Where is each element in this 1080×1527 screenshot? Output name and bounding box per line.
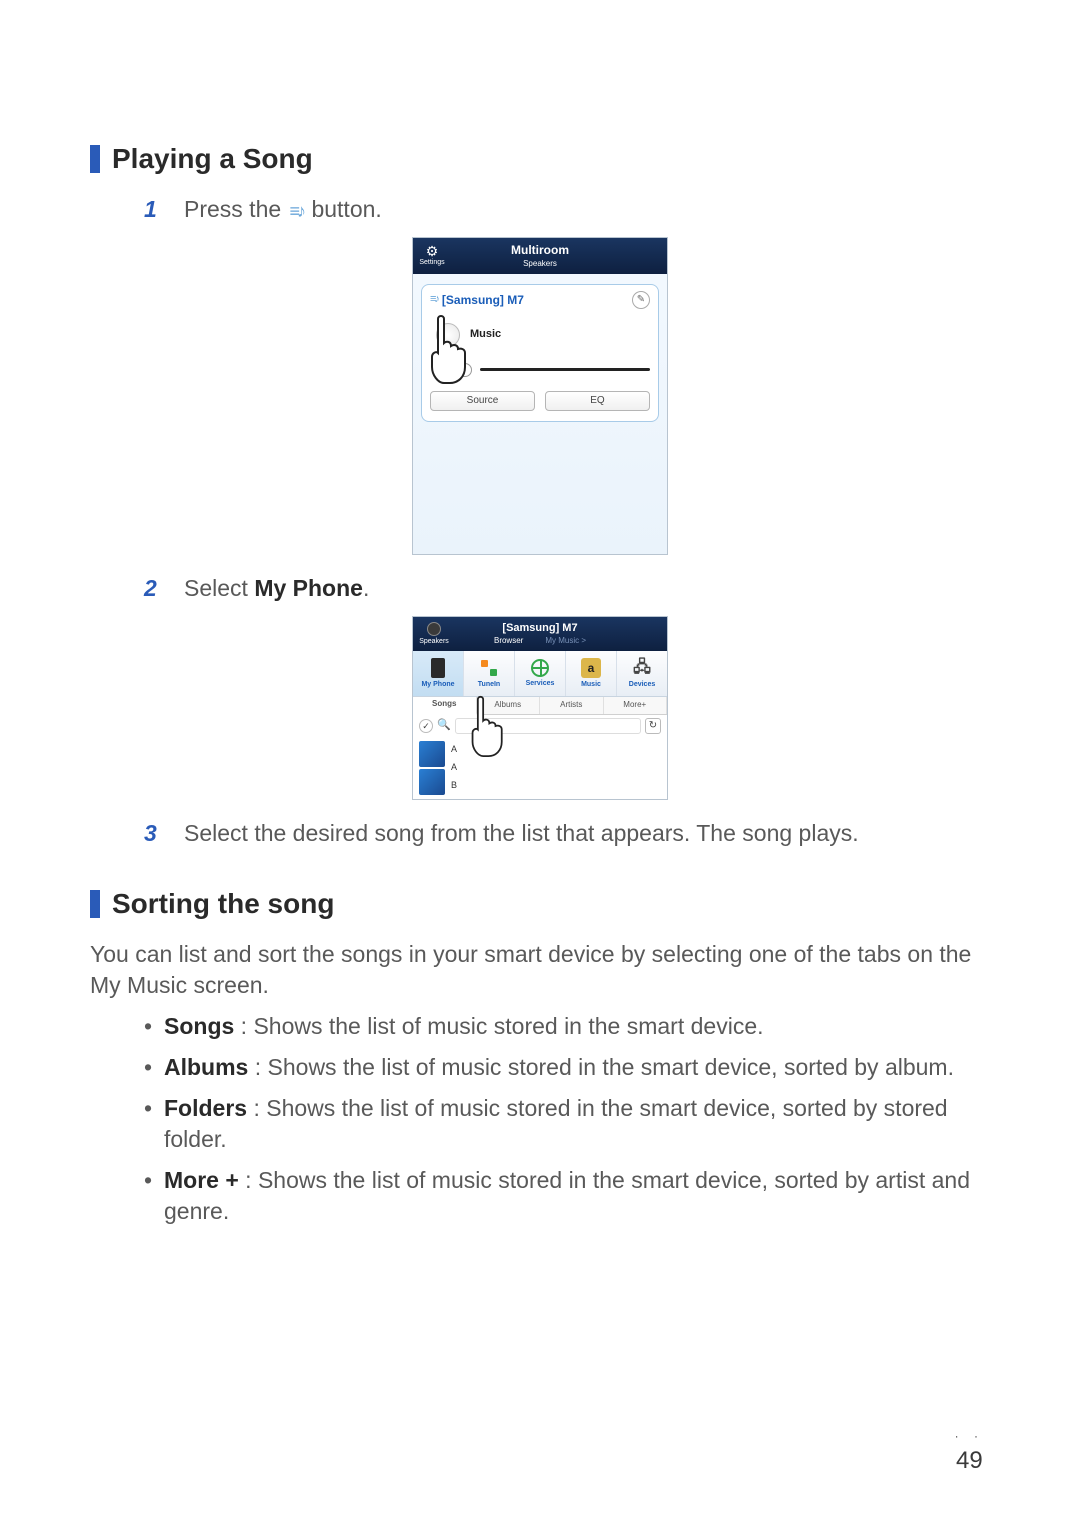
slider-track-icon <box>480 368 650 371</box>
album-art-icon <box>419 741 445 767</box>
edit-button[interactable]: ✎ <box>632 291 650 309</box>
source-music[interactable]: a Music <box>566 651 617 696</box>
volume-slider[interactable]: 🔊 <box>432 361 650 379</box>
playlist-icon: ≡♪ <box>290 199 304 223</box>
step-3-text: Select the desired song from the list th… <box>184 818 859 849</box>
section-bar-icon <box>90 890 100 918</box>
track-name: Music <box>470 327 501 342</box>
slider-knob-icon <box>458 363 472 377</box>
speaker-name[interactable]: ≡♪ [Samsung] M7 <box>430 292 524 308</box>
bullet-folders: • Folders : Shows the list of music stor… <box>144 1093 990 1155</box>
playlist-icon: ≡♪ <box>430 292 438 307</box>
search-icon: 🔍 <box>437 718 451 733</box>
tab-songs[interactable]: Songs <box>413 697 477 715</box>
bullet-more: • More + : Shows the list of music store… <box>144 1165 990 1227</box>
screenshot-browser: Speakers [Samsung] M7 Browser My Music >… <box>412 616 668 800</box>
search-input[interactable] <box>455 718 641 734</box>
app-title: Multiroom <box>451 242 629 258</box>
source-button[interactable]: Source <box>430 391 535 411</box>
bullet-dot-icon: • <box>144 1093 164 1155</box>
album-art-icon <box>436 323 460 347</box>
step-2: 2 Select My Phone. <box>144 573 990 604</box>
source-devices[interactable]: 🖧 Devices <box>617 651 667 696</box>
step-2-text: Select My Phone. <box>184 573 369 604</box>
refresh-button[interactable]: ↻ <box>645 718 661 734</box>
step-1-number: 1 <box>144 194 184 225</box>
pencil-icon: ✎ <box>637 293 645 307</box>
step-3-number: 3 <box>144 818 184 849</box>
speaker-dot-icon <box>427 622 441 636</box>
section-playing-text: Playing a Song <box>112 140 313 178</box>
step-2-number: 2 <box>144 573 184 604</box>
step-1: 1 Press the ≡♪ button. <box>144 194 990 225</box>
tab-artists[interactable]: Artists <box>540 697 604 714</box>
tab-mymusic[interactable]: My Music > <box>545 636 586 647</box>
source-myphone[interactable]: My Phone <box>413 651 464 696</box>
devices-icon: 🖧 <box>632 658 652 678</box>
bullet-albums: • Albums : Shows the list of music store… <box>144 1052 990 1083</box>
album-art-icon <box>419 769 445 795</box>
section-bar-icon <box>90 145 100 173</box>
amazon-icon: a <box>581 658 601 678</box>
speakers-button[interactable]: Speakers <box>413 617 455 651</box>
page-dots-icon: · · <box>955 1428 984 1444</box>
gear-icon: ⚙ <box>426 244 439 258</box>
sorting-intro: You can list and sort the songs in your … <box>90 939 990 1001</box>
source-tunein[interactable]: TuneIn <box>464 651 515 696</box>
eq-button[interactable]: EQ <box>545 391 650 411</box>
phone-icon <box>431 658 445 678</box>
index-letter: B <box>451 779 457 791</box>
bullet-dot-icon: • <box>144 1165 164 1227</box>
index-letter: A <box>451 743 457 755</box>
screenshot-multiroom: ⚙ Settings Multiroom Speakers ≡♪ [Samsun… <box>412 237 668 555</box>
section-sorting-title: Sorting the song <box>90 885 990 923</box>
globe-icon <box>531 659 549 677</box>
tunein-icon <box>479 658 499 678</box>
section-sorting-text: Sorting the song <box>112 885 334 923</box>
step-3: 3 Select the desired song from the list … <box>144 818 990 849</box>
section-playing-title: Playing a Song <box>90 140 990 178</box>
page-number: · · 49 <box>955 1428 984 1477</box>
tab-more[interactable]: More+ <box>604 697 668 714</box>
bullet-dot-icon: • <box>144 1011 164 1042</box>
settings-button[interactable]: ⚙ Settings <box>413 238 451 274</box>
source-services[interactable]: Services <box>515 651 566 696</box>
bullet-songs: • Songs : Shows the list of music stored… <box>144 1011 990 1042</box>
index-letter: A <box>451 761 457 773</box>
browser-title: [Samsung] M7 <box>455 621 625 636</box>
step-1-text: Press the ≡♪ button. <box>184 194 382 225</box>
tab-browser[interactable]: Browser <box>494 636 523 647</box>
tab-albums[interactable]: Albums <box>477 697 541 714</box>
select-all-checkbox[interactable]: ✓ <box>419 719 433 733</box>
volume-icon: 🔊 <box>432 361 450 379</box>
app-subtitle: Speakers <box>451 259 629 270</box>
speaker-card: ≡♪ [Samsung] M7 ✎ Music 🔊 Source EQ <box>421 284 659 422</box>
refresh-icon: ↻ <box>649 719 657 733</box>
bullet-dot-icon: • <box>144 1052 164 1083</box>
